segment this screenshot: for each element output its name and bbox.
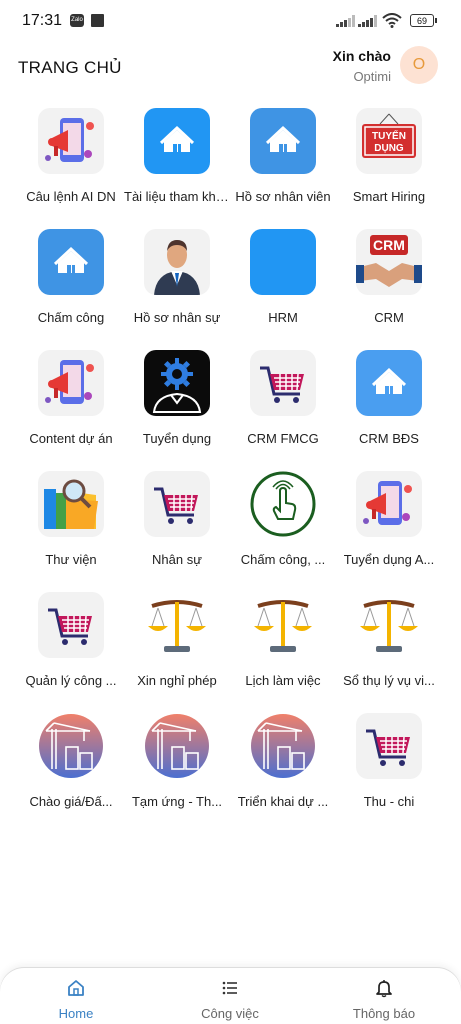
app-tile[interactable]: Chào giá/Đấ... xyxy=(18,705,124,826)
tab-cong-viec[interactable]: Công việc xyxy=(175,968,285,1024)
svg-text:DỤNG: DỤNG xyxy=(374,143,404,154)
app-label: Smart Hiring xyxy=(352,189,426,204)
app-label: CRM FMCG xyxy=(247,431,319,446)
app-label: Tạm ứng - Th... xyxy=(131,794,223,809)
app-label: Câu lệnh AI DN xyxy=(26,189,116,204)
tab-label: Công việc xyxy=(201,1006,259,1021)
app-tile[interactable]: Lịch làm việc xyxy=(230,584,336,705)
app-tile[interactable]: CRM FMCG xyxy=(230,342,336,463)
status-bar: 17:31 Zalo 69 xyxy=(0,0,461,40)
battery-icon: 69 xyxy=(410,14,437,27)
construction-crane-icon xyxy=(38,713,104,779)
scales-icon xyxy=(250,592,316,658)
app-tile[interactable]: Chấm công xyxy=(18,221,124,342)
shopping-cart-icon xyxy=(38,592,104,658)
app-label: HRM xyxy=(268,310,298,325)
app-tile[interactable]: Tài liệu tham khảo xyxy=(124,100,230,221)
tab-home[interactable]: Home xyxy=(21,968,131,1024)
svg-text:TUYỂN: TUYỂN xyxy=(372,129,406,142)
home-icon xyxy=(250,108,316,174)
tuyen-dung-sign-icon: TUYỂN DỤNG xyxy=(356,108,422,174)
page-title: TRANG CHỦ xyxy=(18,58,122,77)
home-icon xyxy=(38,229,104,295)
home-outline-icon xyxy=(68,980,84,996)
app-tile[interactable]: HRM xyxy=(230,221,336,342)
app-label: Chào giá/Đấ... xyxy=(29,794,113,809)
megaphone-phone-icon xyxy=(38,350,104,416)
greeting-text: Xin chào xyxy=(332,48,391,64)
user-greeting: Xin chào Optimi xyxy=(333,48,391,84)
app-tile[interactable]: Hồ sơ nhân viên xyxy=(230,100,336,221)
app-label: Tuyển dụng xyxy=(142,431,212,446)
app-tile[interactable]: TUYỂN DỤNG Smart Hiring xyxy=(336,100,442,221)
app-tile[interactable]: Câu lệnh AI DN xyxy=(18,100,124,221)
folder-magnifier-icon xyxy=(38,471,104,537)
tab-label: Thông báo xyxy=(352,1006,416,1021)
bell-icon xyxy=(376,980,392,998)
app-label: CRM BĐS xyxy=(359,431,419,446)
app-label: Chấm công, ... xyxy=(240,552,326,567)
app-label: Tuyển dụng A... xyxy=(343,552,435,567)
signal-icon xyxy=(336,15,355,27)
businessman-icon xyxy=(144,229,210,295)
app-label: Chấm công xyxy=(37,310,105,325)
app-label: Quản lý công ... xyxy=(25,673,117,688)
app-label: Triển khai dự ... xyxy=(237,794,329,809)
status-time: 17:31 xyxy=(22,12,63,29)
shopping-cart-icon xyxy=(250,350,316,416)
app-label: Xin nghỉ phép xyxy=(137,673,217,688)
app-label: Tài liệu tham khảo xyxy=(124,189,230,204)
app-tile[interactable]: CRM CRM xyxy=(336,221,442,342)
crm-handshake-icon: CRM xyxy=(356,229,422,295)
app-tile[interactable]: Quản lý công ... xyxy=(18,584,124,705)
blank-blue-icon xyxy=(250,229,316,295)
app-tile[interactable]: Tuyển dụng A... xyxy=(336,463,442,584)
app-tile[interactable]: Hồ sơ nhân sự xyxy=(124,221,230,342)
bottom-nav: Home Công việc Thông báo xyxy=(0,968,461,1024)
notification-square-icon xyxy=(91,14,104,27)
avatar[interactable]: O xyxy=(400,46,438,84)
app-tile[interactable]: CRM BĐS xyxy=(336,342,442,463)
svg-text:CRM: CRM xyxy=(373,237,405,253)
app-tile[interactable]: Triển khai dự ... xyxy=(230,705,336,826)
shopping-cart-icon xyxy=(144,471,210,537)
app-tile[interactable]: Thư viện xyxy=(18,463,124,584)
user-name: Optimi xyxy=(353,69,391,84)
construction-crane-icon xyxy=(144,713,210,779)
scales-icon xyxy=(144,592,210,658)
app-label: Nhân sự xyxy=(152,552,202,567)
list-icon xyxy=(222,981,237,995)
app-tile[interactable]: Xin nghỉ phép xyxy=(124,584,230,705)
home-icon xyxy=(356,350,422,416)
app-tile[interactable]: Nhân sự xyxy=(124,463,230,584)
app-label: Lịch làm việc xyxy=(245,673,321,688)
app-label: Content dự án xyxy=(29,431,113,446)
tab-label: Home xyxy=(58,1006,94,1021)
wifi-icon xyxy=(382,13,402,28)
app-tile[interactable]: Tạm ứng - Th... xyxy=(124,705,230,826)
zalo-notification-icon: Zalo xyxy=(70,14,84,27)
app-tile[interactable]: Sổ thụ lý vụ vi... xyxy=(336,584,442,705)
scales-icon xyxy=(356,592,422,658)
app-label: CRM xyxy=(374,310,404,325)
shopping-cart-icon xyxy=(356,713,422,779)
megaphone-phone-icon xyxy=(356,471,422,537)
home-icon xyxy=(144,108,210,174)
megaphone-phone-icon xyxy=(38,108,104,174)
gear-person-icon xyxy=(144,350,210,416)
construction-crane-icon xyxy=(250,713,316,779)
app-tile[interactable]: Chấm công, ... xyxy=(230,463,336,584)
app-tile[interactable]: Thu - chi xyxy=(336,705,442,826)
app-label: Sổ thụ lý vụ vi... xyxy=(343,673,435,688)
app-tile[interactable]: Tuyển dụng xyxy=(124,342,230,463)
tab-thong-bao[interactable]: Thông báo xyxy=(329,968,439,1024)
app-header: TRANG CHỦ Xin chào Optimi O xyxy=(0,40,461,100)
app-label: Hồ sơ nhân sự xyxy=(133,310,221,325)
fingerprint-touch-icon xyxy=(250,471,316,537)
app-tile[interactable]: Content dự án xyxy=(18,342,124,463)
app-label: Thư viện xyxy=(45,552,97,567)
signal-icon-2 xyxy=(358,15,377,27)
app-label: Hồ sơ nhân viên xyxy=(235,189,331,204)
app-label: Thu - chi xyxy=(363,794,415,809)
